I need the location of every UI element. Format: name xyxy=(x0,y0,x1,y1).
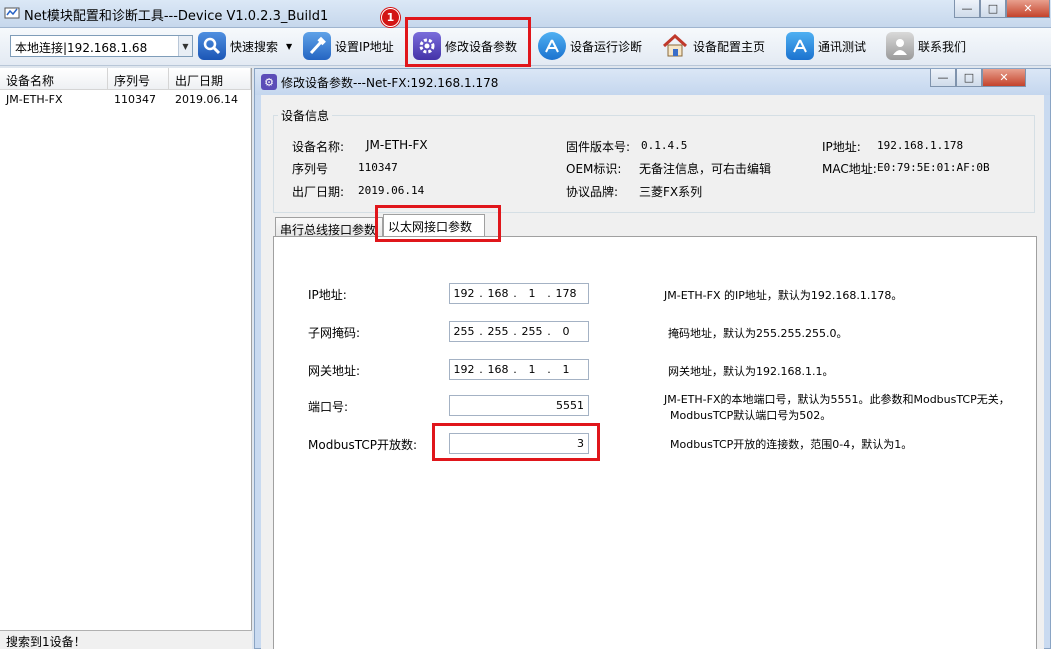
oem-value[interactable]: 无备注信息，可右击编辑 xyxy=(639,160,771,177)
mac-value: E0:79:5E:01:AF:0B xyxy=(877,161,990,174)
ip-address-input[interactable]: 192. 168. 1. 178 xyxy=(449,283,589,304)
ip-octet-2[interactable]: 168 xyxy=(484,287,512,300)
dialog-body: 设备信息 设备名称: JM-ETH-FX 序列号 110347 出厂日期: 20… xyxy=(261,95,1044,649)
dialog-maximize-button[interactable]: □ xyxy=(956,69,982,87)
dialog-title: 修改设备参数---Net-FX:192.168.1.178 xyxy=(281,76,499,90)
highlight-modify-params xyxy=(405,17,531,67)
subnet-octet-3[interactable]: 255 xyxy=(518,325,546,338)
home-icon xyxy=(661,32,689,60)
contact-icon xyxy=(886,32,914,60)
gateway-param-label: 网关地址: xyxy=(308,364,361,378)
app-store-icon xyxy=(786,32,814,60)
protocol-value: 三菱FX系列 xyxy=(639,185,703,199)
main-close-button[interactable]: ✕ xyxy=(1006,0,1050,18)
device-name-label: 设备名称: xyxy=(292,140,345,154)
ip-desc: JM-ETH-FX 的IP地址，默认为192.168.1.178。 xyxy=(664,289,903,302)
contact-us-label: 联系我们 xyxy=(918,39,967,54)
gateway-desc: 网关地址，默认为192.168.1.1。 xyxy=(668,365,834,378)
set-ip-button[interactable]: 设置IP地址 xyxy=(303,30,394,62)
config-home-label: 设备配置主页 xyxy=(693,39,766,54)
config-home-button[interactable]: 设备配置主页 xyxy=(661,30,765,62)
main-maximize-button[interactable]: □ xyxy=(980,0,1006,18)
connection-value: 本地连接|192.168.1.68 xyxy=(15,41,148,55)
ethernet-panel: IP地址: 192. 168. 1. 178 JM-ETH-FX 的IP地址，默… xyxy=(273,236,1037,649)
oem-label: OEM标识: xyxy=(566,162,622,176)
step-badge: 1 xyxy=(381,8,400,27)
ip-octet-4[interactable]: 178 xyxy=(552,287,580,300)
highlight-ethernet-tab xyxy=(375,205,501,242)
ip-value: 192.168.1.178 xyxy=(877,139,964,152)
gateway-octet-4[interactable]: 1 xyxy=(552,363,580,376)
tab-serial-bus[interactable]: 串行总线接口参数 xyxy=(275,217,383,237)
device-name-value: JM-ETH-FX xyxy=(366,138,428,152)
subnet-mask-input[interactable]: 255. 255. 255. 0 xyxy=(449,321,589,342)
comm-test-label: 通讯测试 xyxy=(818,39,867,54)
subnet-octet-1[interactable]: 255 xyxy=(450,325,478,338)
subnet-desc: 掩码地址，默认为255.255.255.0。 xyxy=(668,327,848,340)
gateway-octet-3[interactable]: 1 xyxy=(518,363,546,376)
device-list: 设备名称 序列号 出厂日期 JM-ETH-FX 110347 2019.06.1… xyxy=(0,68,252,630)
subnet-param-label: 子网掩码: xyxy=(308,326,361,340)
connection-select[interactable]: 本地连接|192.168.1.68 ▼ xyxy=(10,35,193,57)
chevron-down-icon[interactable]: ▼ xyxy=(178,36,192,56)
set-ip-label: 设置IP地址 xyxy=(335,39,394,54)
protocol-label: 协议品牌: xyxy=(566,185,619,199)
cell-serial: 110347 xyxy=(114,93,156,106)
ip-octet-1[interactable]: 192 xyxy=(450,287,478,300)
dialog-title-bar: ⚙ 修改设备参数---Net-FX:192.168.1.178 — □ ✕ xyxy=(255,69,1050,95)
date-label: 出厂日期: xyxy=(292,185,345,199)
ip-param-label: IP地址: xyxy=(308,288,347,302)
quick-search-button[interactable]: 快速搜索 ▼ xyxy=(198,30,292,62)
port-desc-line2: ModbusTCP默认端口号为502。 xyxy=(670,409,832,422)
hammer-icon xyxy=(303,32,331,60)
chevron-down-icon[interactable]: ▼ xyxy=(286,42,292,51)
modbus-desc: ModbusTCP开放的连接数，范围0-4，默认为1。 xyxy=(670,438,913,451)
modbus-param-label: ModbusTCP开放数: xyxy=(308,438,418,452)
gateway-octet-1[interactable]: 192 xyxy=(450,363,478,376)
run-diagnosis-label: 设备运行诊断 xyxy=(570,39,643,54)
mac-label: MAC地址: xyxy=(822,162,877,176)
status-bar: 搜索到1设备！ xyxy=(0,630,252,649)
run-diagnosis-button[interactable]: 设备运行诊断 xyxy=(538,30,642,62)
ip-octet-3[interactable]: 1 xyxy=(518,287,546,300)
highlight-modbus-input xyxy=(432,423,600,461)
contact-us-button[interactable]: 联系我们 xyxy=(886,30,966,62)
column-serial[interactable]: 序列号 xyxy=(108,68,169,89)
date-value: 2019.06.14 xyxy=(358,184,425,197)
app-logo-icon xyxy=(4,7,20,19)
device-list-header: 设备名称 序列号 出厂日期 xyxy=(0,68,251,90)
device-info-group: 设备信息 设备名称: JM-ETH-FX 序列号 110347 出厂日期: 20… xyxy=(273,107,1035,213)
gear-icon: ⚙ xyxy=(261,74,277,90)
modify-params-dialog: ⚙ 修改设备参数---Net-FX:192.168.1.178 — □ ✕ 设备… xyxy=(254,68,1051,649)
ip-label: IP地址: xyxy=(822,140,861,154)
port-param-label: 端口号: xyxy=(308,400,349,414)
firmware-label: 固件版本号: xyxy=(566,140,631,154)
cell-date: 2019.06.14 xyxy=(175,93,238,106)
comm-test-button[interactable]: 通讯测试 xyxy=(786,30,866,62)
port-input[interactable]: 5551 xyxy=(449,395,589,416)
dialog-minimize-button[interactable]: — xyxy=(930,69,956,87)
quick-search-label: 快速搜索 xyxy=(230,39,279,54)
column-date[interactable]: 出厂日期 xyxy=(169,68,251,89)
column-device-name[interactable]: 设备名称 xyxy=(0,68,108,89)
subnet-octet-2[interactable]: 255 xyxy=(484,325,512,338)
table-row[interactable]: JM-ETH-FX 110347 2019.06.14 xyxy=(0,90,251,110)
device-info-legend: 设备信息 xyxy=(278,107,333,124)
cell-device-name: JM-ETH-FX xyxy=(6,93,63,106)
firmware-value: 0.1.4.5 xyxy=(641,139,688,152)
serial-value: 110347 xyxy=(358,161,398,174)
dialog-close-button[interactable]: ✕ xyxy=(982,69,1026,87)
main-window-title: Net模块配置和诊断工具---Device V1.0.2.3_Build1 xyxy=(24,9,329,24)
search-icon xyxy=(198,32,226,60)
subnet-octet-4[interactable]: 0 xyxy=(552,325,580,338)
app-store-icon xyxy=(538,32,566,60)
port-desc-line1: JM-ETH-FX的本地端口号，默认为5551。此参数和ModbusTCP无关， xyxy=(664,393,1010,406)
gateway-input[interactable]: 192. 168. 1. 1 xyxy=(449,359,589,380)
gateway-octet-2[interactable]: 168 xyxy=(484,363,512,376)
serial-label: 序列号 xyxy=(292,162,329,176)
main-minimize-button[interactable]: — xyxy=(954,0,980,18)
